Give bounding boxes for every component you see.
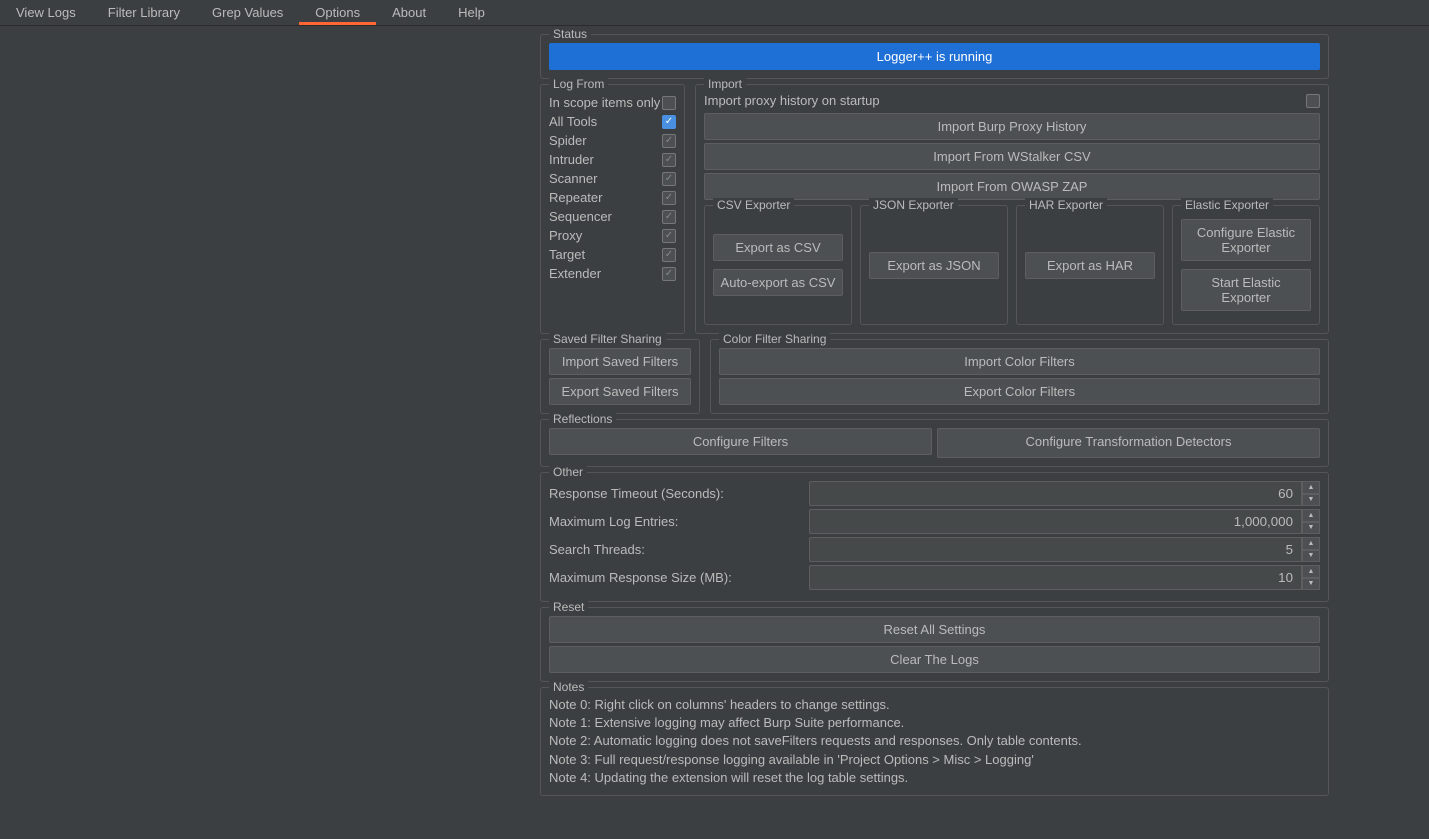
other-label: Maximum Log Entries: (549, 514, 809, 529)
tab-filter-library[interactable]: Filter Library (92, 0, 196, 25)
status-text: Logger++ is running (549, 43, 1320, 70)
import-color-filters-button[interactable]: Import Color Filters (719, 348, 1320, 375)
elastic-exporter-title: Elastic Exporter (1181, 198, 1273, 212)
tool-label-proxy: Proxy (549, 228, 582, 243)
import-panel: Import Import proxy history on startup I… (695, 84, 1329, 334)
import-from-wstalker-csv-button[interactable]: Import From WStalker CSV (704, 143, 1320, 170)
tab-options[interactable]: Options (299, 0, 376, 25)
in-scope-label: In scope items only (549, 95, 660, 110)
import-saved-filters-button[interactable]: Import Saved Filters (549, 348, 691, 375)
tool-checkbox-intruder[interactable] (662, 153, 676, 167)
export-as-json-button[interactable]: Export as JSON (869, 252, 999, 279)
in-scope-checkbox[interactable] (662, 96, 676, 110)
log-from-panel: Log From In scope items only All ToolsSp… (540, 84, 685, 334)
spinner-up-icon[interactable]: ▲ (1302, 481, 1320, 494)
tool-label-intruder: Intruder (549, 152, 594, 167)
other-input[interactable] (809, 565, 1302, 590)
json-exporter-title: JSON Exporter (869, 198, 958, 212)
import-startup-label: Import proxy history on startup (704, 93, 880, 108)
saved-filter-title: Saved Filter Sharing (549, 332, 666, 346)
color-filter-title: Color Filter Sharing (719, 332, 830, 346)
har-exporter-panel: HAR Exporter Export as HAR (1016, 205, 1164, 325)
other-label: Maximum Response Size (MB): (549, 570, 809, 585)
tab-grep-values[interactable]: Grep Values (196, 0, 299, 25)
configure-transformation-button[interactable]: Configure Transformation Detectors (937, 428, 1320, 458)
csv-exporter-panel: CSV Exporter Export as CSV Auto-export a… (704, 205, 852, 325)
tool-checkbox-extender[interactable] (662, 267, 676, 281)
spinner-up-icon[interactable]: ▲ (1302, 509, 1320, 522)
other-title: Other (549, 465, 587, 479)
configure-elastic-button[interactable]: Configure Elastic Exporter (1181, 219, 1311, 261)
other-label: Response Timeout (Seconds): (549, 486, 809, 501)
reset-all-button[interactable]: Reset All Settings (549, 616, 1320, 643)
tool-checkbox-target[interactable] (662, 248, 676, 262)
other-input[interactable] (809, 481, 1302, 506)
note-line: Note 1: Extensive logging may affect Bur… (549, 714, 1320, 732)
import-from-owasp-zap-button[interactable]: Import From OWASP ZAP (704, 173, 1320, 200)
status-title: Status (549, 27, 591, 41)
tool-label-repeater: Repeater (549, 190, 602, 205)
elastic-exporter-panel: Elastic Exporter Configure Elastic Expor… (1172, 205, 1320, 325)
reflections-panel: Reflections Configure Filters Configure … (540, 419, 1329, 467)
tool-checkbox-proxy[interactable] (662, 229, 676, 243)
other-label: Search Threads: (549, 542, 809, 557)
tab-help[interactable]: Help (442, 0, 501, 25)
import-title: Import (704, 77, 746, 91)
spinner-up-icon[interactable]: ▲ (1302, 565, 1320, 578)
reset-panel: Reset Reset All Settings Clear The Logs (540, 607, 1329, 682)
tab-about[interactable]: About (376, 0, 442, 25)
tab-bar: View LogsFilter LibraryGrep ValuesOption… (0, 0, 1429, 26)
other-input[interactable] (809, 509, 1302, 534)
tool-checkbox-all-tools[interactable] (662, 115, 676, 129)
tool-checkbox-sequencer[interactable] (662, 210, 676, 224)
tool-label-all-tools: All Tools (549, 114, 597, 129)
tool-label-spider: Spider (549, 133, 587, 148)
tool-checkbox-repeater[interactable] (662, 191, 676, 205)
note-line: Note 2: Automatic logging does not saveF… (549, 732, 1320, 750)
tab-view-logs[interactable]: View Logs (0, 0, 92, 25)
export-as-csv-button[interactable]: Export as CSV (713, 234, 843, 261)
export-saved-filters-button[interactable]: Export Saved Filters (549, 378, 691, 405)
notes-panel: Notes Note 0: Right click on columns' he… (540, 687, 1329, 796)
reset-title: Reset (549, 600, 588, 614)
import-burp-proxy-history-button[interactable]: Import Burp Proxy History (704, 113, 1320, 140)
start-elastic-button[interactable]: Start Elastic Exporter (1181, 269, 1311, 311)
tool-checkbox-spider[interactable] (662, 134, 676, 148)
import-startup-checkbox[interactable] (1306, 94, 1320, 108)
other-input[interactable] (809, 537, 1302, 562)
export-as-har-button[interactable]: Export as HAR (1025, 252, 1155, 279)
spinner-down-icon[interactable]: ▼ (1302, 550, 1320, 563)
tool-checkbox-scanner[interactable] (662, 172, 676, 186)
saved-filter-panel: Saved Filter Sharing Import Saved Filter… (540, 339, 700, 414)
tool-label-scanner: Scanner (549, 171, 597, 186)
note-line: Note 3: Full request/response logging av… (549, 751, 1320, 769)
spinner-up-icon[interactable]: ▲ (1302, 537, 1320, 550)
other-panel: Other Response Timeout (Seconds):▲▼Maxim… (540, 472, 1329, 602)
clear-logs-button[interactable]: Clear The Logs (549, 646, 1320, 673)
auto-export-csv-button[interactable]: Auto-export as CSV (713, 269, 843, 296)
csv-exporter-title: CSV Exporter (713, 198, 794, 212)
notes-title: Notes (549, 680, 588, 694)
har-exporter-title: HAR Exporter (1025, 198, 1107, 212)
color-filter-panel: Color Filter Sharing Import Color Filter… (710, 339, 1329, 414)
note-line: Note 4: Updating the extension will rese… (549, 769, 1320, 787)
reflections-title: Reflections (549, 412, 616, 426)
tool-label-sequencer: Sequencer (549, 209, 612, 224)
tool-label-target: Target (549, 247, 585, 262)
export-color-filters-button[interactable]: Export Color Filters (719, 378, 1320, 405)
spinner-down-icon[interactable]: ▼ (1302, 494, 1320, 507)
tool-label-extender: Extender (549, 266, 601, 281)
spinner-down-icon[interactable]: ▼ (1302, 578, 1320, 591)
log-from-title: Log From (549, 77, 608, 91)
spinner-down-icon[interactable]: ▼ (1302, 522, 1320, 535)
status-panel: Status Logger++ is running (540, 34, 1329, 79)
note-line: Note 0: Right click on columns' headers … (549, 696, 1320, 714)
json-exporter-panel: JSON Exporter Export as JSON (860, 205, 1008, 325)
configure-filters-button[interactable]: Configure Filters (549, 428, 932, 455)
